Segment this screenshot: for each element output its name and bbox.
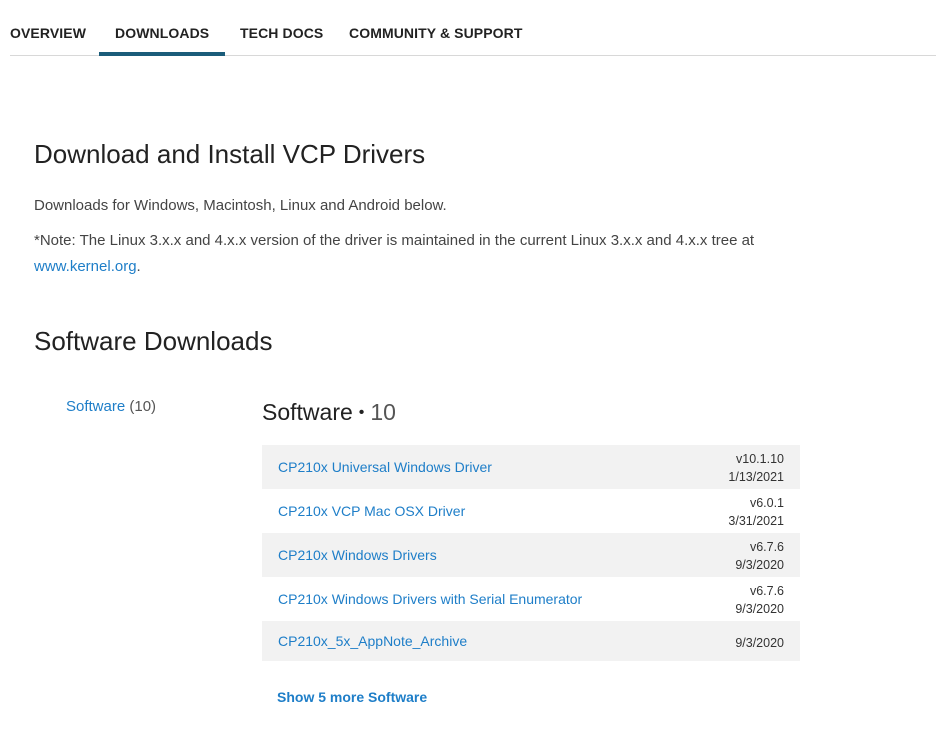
top-nav-tabs: OVERVIEW DOWNLOADS TECH DOCS COMMUNITY &…	[10, 0, 936, 56]
item-version: v6.7.6	[749, 584, 784, 598]
item-meta: v6.7.6 9/3/2020	[735, 582, 784, 618]
list-item: CP210x Universal Windows Driver v10.1.10…	[262, 445, 800, 489]
list-item: CP210x VCP Mac OSX Driver v6.0.1 3/31/20…	[262, 489, 800, 533]
intro-text: Downloads for Windows, Macintosh, Linux …	[34, 197, 447, 214]
item-version: v6.7.6	[749, 540, 784, 554]
section-title-label: Software	[262, 399, 353, 425]
tab-community-support[interactable]: COMMUNITY & SUPPORT	[349, 0, 523, 55]
filter-software-label[interactable]: Software	[66, 398, 125, 415]
section-title: Software • 10	[262, 399, 396, 426]
download-link[interactable]: CP210x VCP Mac OSX Driver	[278, 489, 465, 533]
page-title: Download and Install VCP Drivers	[34, 139, 426, 169]
item-meta: v6.0.1 3/31/2021	[728, 494, 784, 530]
filter-software[interactable]: Software (10)	[66, 398, 156, 415]
software-downloads-heading: Software Downloads	[34, 326, 273, 356]
download-list: CP210x Universal Windows Driver v10.1.10…	[262, 445, 800, 661]
tab-tech-docs[interactable]: TECH DOCS	[240, 0, 323, 55]
download-link[interactable]: CP210x Windows Drivers with Serial Enume…	[278, 577, 582, 621]
item-date: 1/13/2021	[728, 470, 784, 484]
linux-note-text: *Note: The Linux 3.x.x and 4.x.x version…	[34, 232, 755, 249]
item-date: 3/31/2021	[728, 514, 784, 528]
download-link[interactable]: CP210x Windows Drivers	[278, 533, 437, 577]
item-meta: 9/3/2020	[735, 634, 784, 652]
section-count: 10	[370, 399, 396, 425]
show-more-button[interactable]: Show 5 more Software	[277, 689, 427, 705]
tab-downloads[interactable]: DOWNLOADS	[98, 0, 226, 56]
item-version: v6.0.1	[749, 496, 784, 510]
download-link[interactable]: CP210x Universal Windows Driver	[278, 445, 492, 489]
item-meta: v10.1.10 1/13/2021	[728, 450, 784, 486]
list-item: CP210x Windows Drivers v6.7.6 9/3/2020	[262, 533, 800, 577]
download-link[interactable]: CP210x_5x_AppNote_Archive	[278, 621, 467, 661]
linux-note: *Note: The Linux 3.x.x and 4.x.x version…	[34, 228, 834, 280]
list-item: CP210x Windows Drivers with Serial Enume…	[262, 577, 800, 621]
item-meta: v6.7.6 9/3/2020	[735, 538, 784, 574]
list-item: CP210x_5x_AppNote_Archive 9/3/2020	[262, 621, 800, 661]
section-separator: •	[358, 404, 365, 421]
filter-software-count: (10)	[129, 398, 157, 415]
item-date: 9/3/2020	[735, 602, 784, 616]
item-date: 9/3/2020	[735, 558, 784, 572]
item-version: v10.1.10	[736, 452, 784, 466]
item-date: 9/3/2020	[735, 636, 784, 650]
linux-note-end: .	[136, 258, 141, 275]
kernel-org-link[interactable]: www.kernel.org	[34, 258, 137, 275]
tab-overview[interactable]: OVERVIEW	[10, 0, 86, 55]
